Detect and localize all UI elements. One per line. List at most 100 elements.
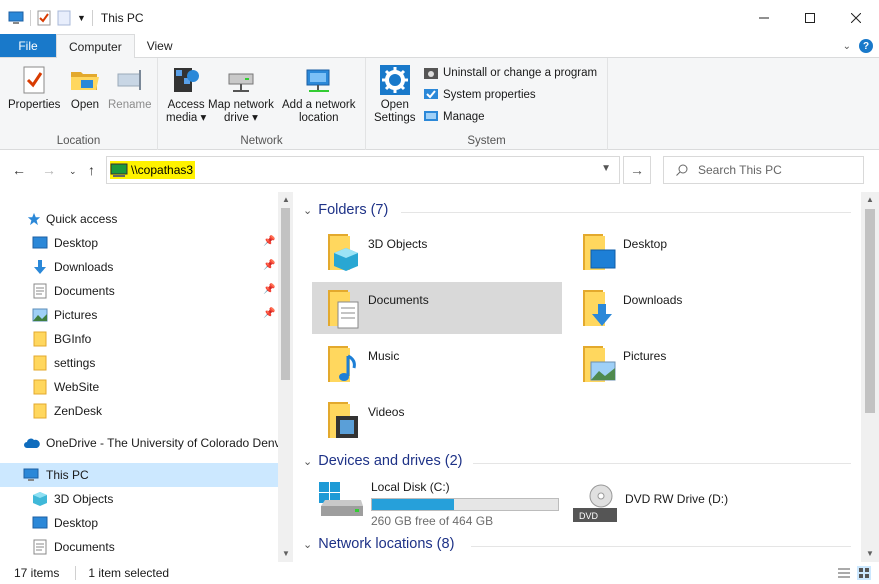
pin-icon[interactable]: 📌 (263, 260, 275, 271)
pin-icon[interactable]: 📌 (263, 236, 275, 247)
recent-locations-chevron-icon[interactable]: ⌄ (69, 166, 77, 177)
collapse-chevron-icon[interactable]: ⌄ (303, 204, 312, 217)
computer-icon (23, 468, 39, 481)
forward-arrow-icon[interactable]: → (42, 162, 56, 178)
address-text[interactable]: \\copathas3 (131, 163, 193, 177)
section-folders[interactable]: ⌄ Folders (7) (303, 202, 388, 218)
nav-item-pictures[interactable]: Pictures 📌 (0, 303, 278, 327)
back-arrow-icon[interactable]: ← (12, 162, 26, 178)
drive-name: Local Disk (C:) (371, 480, 450, 494)
nav-item-bginfo[interactable]: BGInfo (0, 327, 278, 351)
nav-item-zendesk[interactable]: ZenDesk (0, 399, 278, 423)
pictures-icon (32, 308, 48, 322)
properties-button[interactable]: Properties (8, 64, 60, 112)
nav-quick-access[interactable]: Quick access (0, 207, 278, 231)
tab-view[interactable]: View (135, 34, 185, 57)
navigation-pane: Quick access Desktop 📌 Downloads 📌 Docum… (0, 192, 293, 562)
computer-icon[interactable] (8, 11, 24, 25)
system-properties-button[interactable]: System properties (423, 87, 536, 103)
expand-ribbon-chevron-icon[interactable]: ⌄ (843, 41, 851, 52)
tab-computer[interactable]: Computer (56, 34, 135, 58)
folder-desktop[interactable]: Desktop (567, 226, 817, 278)
group-network: Access media ▾ Map network drive ▾ Add a… (158, 58, 366, 150)
section-devices[interactable]: ⌄ Devices and drives (2) (303, 453, 462, 469)
nav-pc-item-documents[interactable]: Documents (0, 535, 278, 559)
up-arrow-icon[interactable]: ↑ (88, 162, 95, 178)
nav-item-downloads[interactable]: Downloads 📌 (0, 255, 278, 279)
collapse-chevron-icon[interactable]: ⌄ (303, 538, 312, 551)
download-arrow-icon (34, 260, 46, 274)
nav-pc-item-3d-objects[interactable]: 3D Objects (0, 487, 278, 511)
drive-free-space: 260 GB free of 464 GB (371, 514, 494, 528)
content-scrollbar-thumb[interactable] (865, 209, 875, 413)
rename-button[interactable]: Rename (108, 64, 151, 112)
close-button[interactable] (833, 0, 879, 35)
scroll-down-arrow-icon[interactable]: ▼ (282, 549, 290, 558)
group-label-location: Location (56, 135, 101, 147)
document-icon (33, 283, 47, 299)
nav-pc-item-desktop[interactable]: Desktop (0, 511, 278, 535)
pin-icon[interactable]: 📌 (263, 308, 275, 319)
desktop-icon (32, 516, 48, 529)
nav-item-documents[interactable]: Documents 📌 (0, 279, 278, 303)
desktop-icon (32, 236, 48, 249)
folder-3d-objects[interactable]: 3D Objects (312, 226, 562, 278)
nav-item-settings[interactable]: settings (0, 351, 278, 375)
music-folder-icon (328, 346, 356, 382)
folder-open-icon (71, 72, 99, 90)
open-button[interactable]: Open (69, 64, 101, 112)
rename-icon (117, 70, 141, 90)
customize-toolbar-chevron-icon[interactable]: ▼ (77, 13, 86, 23)
pin-icon[interactable]: 📌 (263, 284, 275, 295)
collapse-chevron-icon[interactable]: ⌄ (303, 455, 312, 468)
hard-drive-icon (319, 482, 363, 516)
nav-this-pc[interactable]: This PC (0, 463, 278, 487)
ribbon: Properties Open Rename Location Access m… (0, 58, 879, 150)
maximize-button[interactable] (787, 0, 833, 35)
nav-scrollbar-thumb[interactable] (281, 208, 290, 380)
folder-music[interactable]: Music (312, 338, 562, 390)
scroll-up-arrow-icon[interactable]: ▲ (866, 195, 874, 204)
new-folder-icon[interactable] (57, 10, 71, 26)
folder-icon (33, 403, 47, 419)
nav-scrollbar[interactable]: ▲ ▼ (278, 192, 293, 562)
nav-onedrive[interactable]: OneDrive - The University of Colorado De… (0, 431, 281, 455)
document-icon (33, 539, 47, 555)
disk-usage-fill (372, 499, 454, 510)
open-settings-button[interactable]: Open Settings (374, 64, 416, 125)
address-row: ← → ⌄ ↑ \\copathas3 ▼ → Search This PC (0, 150, 879, 192)
drive-dvd-rw-d[interactable]: DVD DVD RW Drive (D:) (571, 484, 728, 524)
add-network-location-button[interactable]: Add a network location (282, 64, 356, 125)
minimize-button[interactable] (741, 0, 787, 35)
status-divider (75, 566, 77, 580)
help-icon[interactable]: ? (859, 39, 873, 53)
scroll-down-arrow-icon[interactable]: ▼ (866, 549, 874, 558)
content-scrollbar[interactable]: ▲ ▼ (861, 192, 879, 562)
uninstall-program-button[interactable]: Uninstall or change a program (423, 65, 597, 81)
folder-videos[interactable]: Videos (312, 394, 562, 446)
details-view-icon[interactable] (837, 566, 851, 580)
drive-local-disk-c[interactable]: Local Disk (C:) 260 GB free of 464 GB (317, 480, 559, 528)
manage-button[interactable]: Manage (423, 109, 485, 125)
search-box[interactable]: Search This PC (663, 156, 864, 184)
properties-icon[interactable] (37, 10, 51, 26)
network-drive-icon (228, 73, 254, 92)
folder-downloads[interactable]: Downloads (567, 282, 817, 334)
cube-icon (33, 492, 47, 506)
folder-documents[interactable]: Documents (312, 282, 562, 334)
scroll-up-arrow-icon[interactable]: ▲ (282, 195, 290, 204)
address-bar[interactable]: \\copathas3 ▼ (106, 156, 620, 184)
search-icon (676, 164, 688, 176)
window-title: This PC (100, 10, 144, 25)
nav-item-website[interactable]: WebSite (0, 375, 278, 399)
desktop-folder-icon (583, 234, 616, 270)
section-network-locations[interactable]: ⌄ Network locations (8) (303, 536, 454, 552)
access-media-button[interactable]: Access media ▾ (166, 64, 206, 125)
tiles-view-icon[interactable] (857, 566, 871, 580)
address-history-chevron-icon[interactable]: ▼ (601, 163, 611, 174)
nav-item-desktop[interactable]: Desktop 📌 (0, 231, 278, 255)
map-network-drive-button[interactable]: Map network drive ▾ (208, 64, 274, 125)
folder-pictures[interactable]: Pictures (567, 338, 817, 390)
go-button[interactable]: → (623, 156, 651, 184)
tab-file[interactable]: File (0, 34, 56, 57)
